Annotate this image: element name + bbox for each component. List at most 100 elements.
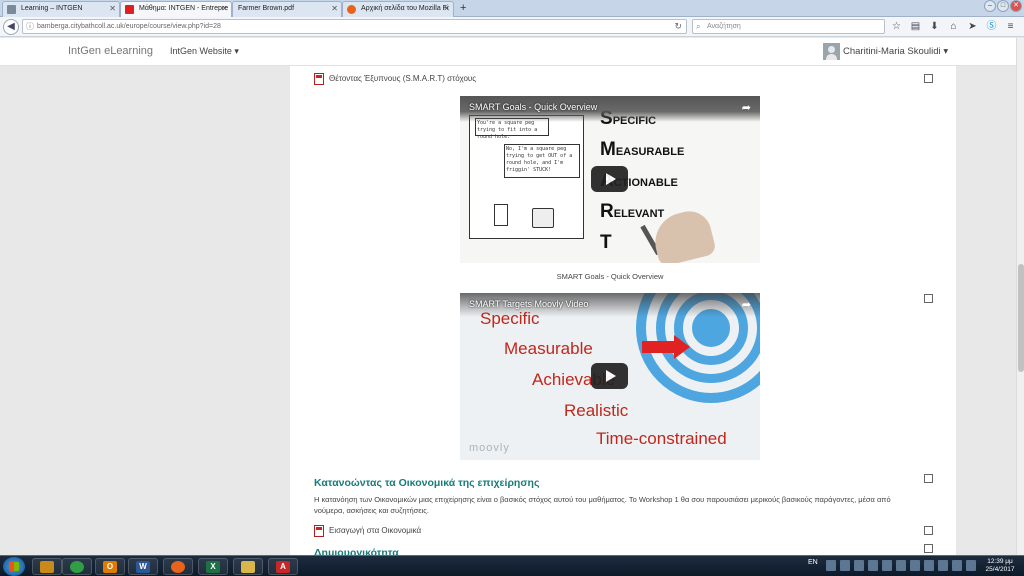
- video-title[interactable]: SMART Goals - Quick Overview: [469, 102, 597, 112]
- arrow-shape: [642, 341, 676, 353]
- menu-icon[interactable]: ≡: [1004, 20, 1017, 33]
- activity-smart-goals[interactable]: Θέτοντας Έξυπνους (S.M.A.R.T) στόχους: [314, 72, 476, 86]
- share-icon[interactable]: ➦: [742, 101, 751, 114]
- tray-app-icon[interactable]: [924, 560, 934, 571]
- taskbar-clock[interactable]: 12:39 μμ 25/4/2017: [980, 558, 1020, 574]
- play-button-icon[interactable]: [591, 166, 628, 192]
- close-window-icon[interactable]: ✕: [1010, 0, 1022, 12]
- video-smart-targets[interactable]: SMART Targets Moovly Video ➦ Specific Me…: [460, 293, 760, 460]
- user-name: Charitini-Maria Skoulidi: [843, 46, 941, 57]
- close-tab-icon[interactable]: ✕: [443, 2, 450, 16]
- taskbar-folder-button[interactable]: [233, 558, 263, 575]
- close-tab-icon[interactable]: ✕: [221, 2, 228, 16]
- windows-taskbar: O W X A EN 12:39 μμ 25/4/2017: [0, 555, 1024, 576]
- section-title-creativity[interactable]: Δημιουργικότητα: [314, 547, 399, 555]
- tray-app-icon[interactable]: [896, 560, 906, 571]
- menu-label: IntGen Website: [170, 46, 232, 56]
- smart-word: Measurable: [504, 339, 593, 358]
- completion-checkbox[interactable]: [924, 526, 933, 535]
- excel-icon: X: [206, 561, 220, 573]
- share-icon[interactable]: ➦: [742, 298, 751, 311]
- bookmark-star-icon[interactable]: ☆: [890, 20, 903, 33]
- taskbar-firefox-button[interactable]: [163, 558, 193, 575]
- square-peg-drawing: [494, 204, 508, 226]
- completion-checkbox[interactable]: [924, 74, 933, 83]
- close-tab-icon[interactable]: ✕: [109, 2, 116, 16]
- tray-app-icon[interactable]: [966, 560, 976, 571]
- tray-app-icon[interactable]: [840, 560, 850, 571]
- site-brand-link[interactable]: IntGen eLearning: [68, 45, 153, 57]
- taskbar-excel-button[interactable]: X: [198, 558, 228, 575]
- tray-app-icon[interactable]: [826, 560, 836, 571]
- play-button-icon[interactable]: [591, 363, 628, 389]
- taskbar-explorer-button[interactable]: [32, 558, 62, 575]
- minimize-icon[interactable]: –: [984, 0, 996, 12]
- toolbar-icons: ☆ ▤ ⬇ ⌂ ➤ Ⓢ ≡: [890, 20, 1017, 33]
- language-indicator[interactable]: EN: [808, 559, 818, 566]
- user-menu[interactable]: Charitini-Maria Skoulidi ▾: [823, 43, 948, 61]
- home-icon[interactable]: ⌂: [947, 20, 960, 33]
- scrollbar-thumb[interactable]: [1018, 264, 1024, 372]
- activity-intro-economics[interactable]: Εισαγωγή στα Οικονομικά: [314, 524, 421, 538]
- start-button[interactable]: [3, 557, 25, 576]
- smart-word: Realistic: [564, 401, 629, 420]
- letter-big: M: [600, 139, 616, 160]
- pocket-icon[interactable]: ➤: [966, 20, 979, 33]
- site-favicon-icon: [7, 5, 16, 14]
- section-title-economics[interactable]: Κατανοώντας τα Οικονομικά της επιχείρηση…: [314, 477, 539, 489]
- pdf-icon: [314, 525, 324, 537]
- tray-icons: [826, 560, 976, 571]
- tray-app-icon[interactable]: [952, 560, 962, 571]
- site-header: IntGen eLearning IntGen Website ▾ Charit…: [0, 38, 1016, 66]
- taskbar-chrome-button[interactable]: [62, 558, 92, 575]
- word-icon: W: [136, 561, 150, 573]
- reading-list-icon[interactable]: ▤: [909, 20, 922, 33]
- tray-app-icon[interactable]: [868, 560, 878, 571]
- close-tab-icon[interactable]: ✕: [331, 2, 338, 16]
- completion-checkbox[interactable]: [924, 474, 933, 483]
- caret-down-icon: ▾: [234, 46, 239, 56]
- firefox-favicon-icon: [347, 5, 356, 14]
- activity-link[interactable]: Θέτοντας Έξυπνους (S.M.A.R.T) στόχους: [329, 74, 476, 83]
- speech-bubble: No, I'm a square peg trying to get OUT o…: [504, 144, 580, 178]
- back-arrow-icon[interactable]: ◀: [3, 19, 19, 35]
- address-bar[interactable]: ⓘ bamberga.citybathcoll.ac.uk/europe/cou…: [22, 19, 687, 34]
- site-info-icon[interactable]: ⓘ: [26, 20, 34, 33]
- tab-course-intgen[interactable]: Μάθημα: INTGEN - Entrepre ✕: [120, 1, 232, 17]
- video-smart-goals[interactable]: SMART Goals - Quick Overview ➦ You're a …: [460, 96, 760, 263]
- moodle-favicon-icon: [125, 5, 134, 14]
- tray-app-icon[interactable]: [910, 560, 920, 571]
- smart-word: Time-constrained: [596, 429, 727, 448]
- intgen-website-menu[interactable]: IntGen Website ▾: [170, 46, 239, 57]
- clock-time: 12:39 μμ: [987, 558, 1013, 565]
- taskbar-word-button[interactable]: W: [128, 558, 158, 575]
- chrome-icon: [70, 561, 84, 573]
- course-content: Θέτοντας Έξυπνους (S.M.A.R.T) στόχους SM…: [290, 66, 956, 555]
- arrow-head: [674, 335, 690, 359]
- downloads-icon[interactable]: ⬇: [928, 20, 941, 33]
- new-tab-button[interactable]: +: [460, 1, 466, 15]
- tab-mozilla-home[interactable]: Αρχική σελίδα του Mozilla Fi ✕: [342, 1, 454, 17]
- search-icon: ⌕: [696, 22, 701, 31]
- tab-learning-intgen[interactable]: Learning – INTGEN ✕: [2, 1, 120, 17]
- taskbar-outlook-button[interactable]: O: [95, 558, 125, 575]
- clock-date: 25/4/2017: [985, 566, 1015, 573]
- folder-icon: [241, 561, 255, 573]
- maximize-icon[interactable]: □: [997, 0, 1009, 12]
- skype-icon[interactable]: Ⓢ: [985, 20, 998, 33]
- activity-link[interactable]: Εισαγωγή στα Οικονομικά: [329, 526, 421, 535]
- completion-checkbox[interactable]: [924, 294, 933, 303]
- tray-app-icon[interactable]: [854, 560, 864, 571]
- search-input[interactable]: ⌕ Αναζήτηση: [692, 19, 885, 34]
- page-scrollbar[interactable]: [1016, 38, 1024, 555]
- completion-checkbox[interactable]: [924, 544, 933, 553]
- tab-farmer-brown-pdf[interactable]: Farmer Brown.pdf ✕: [232, 1, 342, 17]
- section-summary: Η κατανόηση των Οικονομικών μιας επιχείρ…: [314, 495, 891, 515]
- video-title[interactable]: SMART Targets Moovly Video: [469, 299, 588, 309]
- tray-app-icon[interactable]: [938, 560, 948, 571]
- round-hole-drawing: [532, 208, 554, 228]
- taskbar-acrobat-button[interactable]: A: [268, 558, 298, 575]
- tab-label: Farmer Brown.pdf: [238, 5, 295, 12]
- reload-icon[interactable]: ↻: [674, 20, 682, 33]
- tray-app-icon[interactable]: [882, 560, 892, 571]
